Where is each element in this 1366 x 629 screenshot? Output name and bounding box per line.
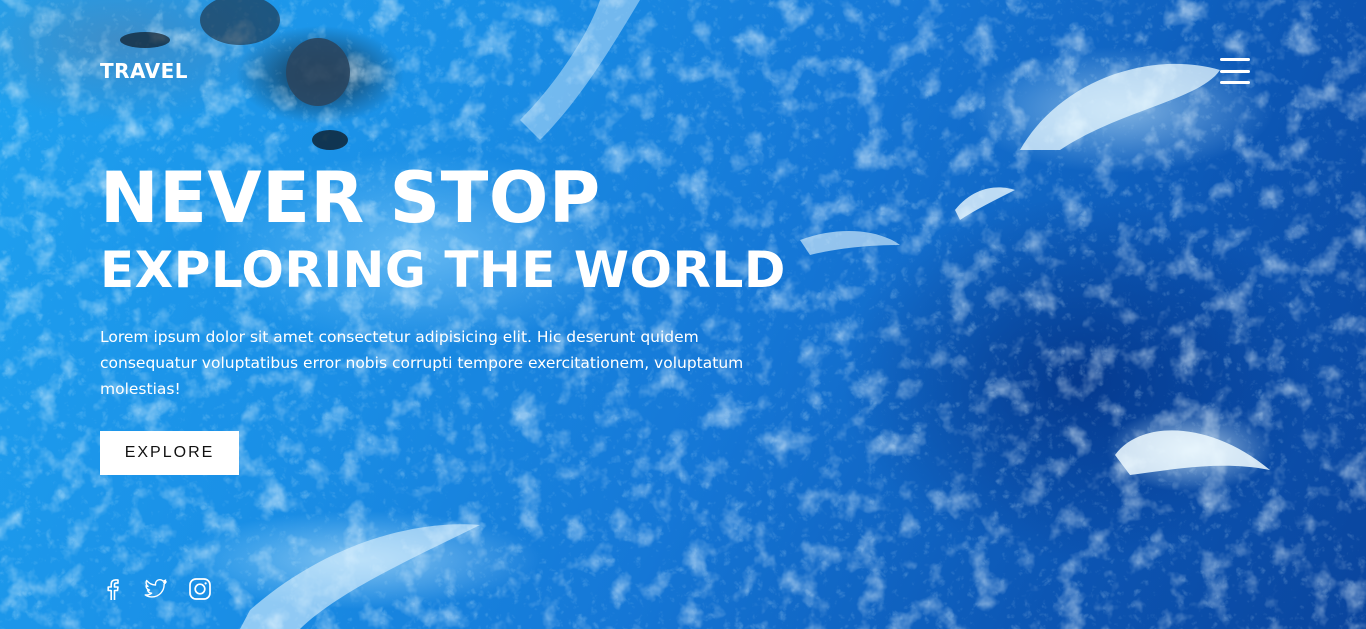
hero-description: Lorem ipsum dolor sit amet consectetur a… [100, 328, 744, 398]
social-links [100, 576, 212, 602]
hero-section: TRAVEL NEVER STOP EXPLORING THE WORLD Lo… [0, 0, 1366, 629]
hamburger-menu-icon[interactable] [1220, 58, 1250, 84]
menu-bar-middle [1220, 69, 1250, 73]
explore-button[interactable]: EXPLORE [100, 431, 239, 475]
hero-content: NEVER STOP EXPLORING THE WORLD Lorem ips… [100, 158, 860, 475]
site-logo[interactable]: TRAVEL [100, 59, 188, 83]
site-header: TRAVEL [100, 55, 1250, 87]
menu-bar-bottom [1220, 81, 1250, 84]
menu-bar-top [1220, 58, 1250, 61]
hero-title-line1: NEVER STOP [100, 157, 601, 239]
facebook-icon[interactable] [100, 576, 124, 602]
hero-title-line2: EXPLORING THE WORLD [100, 241, 786, 299]
twitter-icon[interactable] [144, 576, 168, 602]
instagram-icon[interactable] [188, 576, 212, 602]
